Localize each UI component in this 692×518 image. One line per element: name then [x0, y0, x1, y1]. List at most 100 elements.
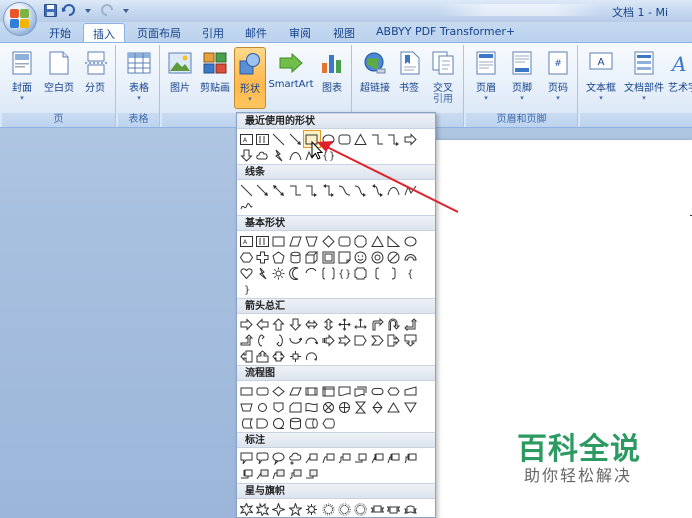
- border-callout-4-shape-icon[interactable]: [304, 466, 320, 482]
- curved-double-arrow-connector-shape-icon[interactable]: [369, 182, 385, 198]
- shapes-button[interactable]: 形状 ▾: [234, 47, 266, 109]
- rounded-rectangle-shape-icon[interactable]: [336, 131, 352, 147]
- undo-icon[interactable]: [61, 3, 77, 18]
- flowchart-internal-storage-shape-icon[interactable]: [320, 383, 336, 399]
- blank-page-button[interactable]: 空白页: [42, 49, 76, 94]
- quad-arrow-shape-icon[interactable]: [336, 316, 352, 332]
- freeform-shape-icon[interactable]: [402, 182, 418, 198]
- bookmark-button[interactable]: 书签: [396, 49, 422, 94]
- trapezoid-shape-icon[interactable]: [304, 233, 320, 249]
- double-bracket-shape-icon[interactable]: [320, 265, 336, 281]
- chart-button[interactable]: 图表: [318, 49, 346, 94]
- flowchart-multidocument-shape-icon[interactable]: [353, 383, 369, 399]
- brace-shape-icon[interactable]: {}: [320, 147, 336, 163]
- flowchart-delay-shape-icon[interactable]: [254, 415, 270, 431]
- right-bracket-shape-icon[interactable]: [386, 265, 402, 281]
- down-arrow-shape-icon[interactable]: [238, 147, 254, 163]
- border-callout-3-shape-icon[interactable]: [287, 466, 303, 482]
- flowchart-decision-shape-icon[interactable]: [271, 383, 287, 399]
- curved-right-arrow-shape-icon[interactable]: [254, 332, 270, 348]
- bevel-shape-icon[interactable]: [320, 249, 336, 265]
- left-right-up-arrow-shape-icon[interactable]: [353, 316, 369, 332]
- flowchart-collate-shape-icon[interactable]: [353, 399, 369, 415]
- sun-shape-icon[interactable]: [271, 265, 287, 281]
- accent-callout-2-shape-icon[interactable]: [386, 450, 402, 466]
- border-callout-2-shape-icon[interactable]: [271, 466, 287, 482]
- footer-button[interactable]: 页脚 ▾: [508, 49, 536, 102]
- plaque-shape-icon[interactable]: [353, 265, 369, 281]
- u-turn-arrow-shape-icon[interactable]: [386, 316, 402, 332]
- triangle-shape-icon[interactable]: [353, 131, 369, 147]
- cloud-callout-shape-icon[interactable]: [287, 450, 303, 466]
- scribble-shape-icon[interactable]: [238, 198, 254, 214]
- clipart-button[interactable]: 剪贴画: [198, 49, 232, 94]
- flowchart-summing-junction-shape-icon[interactable]: [320, 399, 336, 415]
- elbow-arrow-connector-shape-icon[interactable]: [386, 131, 402, 147]
- pentagon-shape-icon[interactable]: [271, 249, 287, 265]
- quick-parts-button[interactable]: 文档部件 ▾: [624, 49, 664, 102]
- triangle-shape-icon[interactable]: [369, 233, 385, 249]
- accent-callout-3-shape-icon[interactable]: [402, 450, 418, 466]
- down-ribbon-shape-icon[interactable]: [386, 501, 402, 517]
- octagon-shape-icon[interactable]: [353, 233, 369, 249]
- flowchart-stored-data-shape-icon[interactable]: [238, 415, 254, 431]
- arrow-line-shape-icon[interactable]: [287, 131, 303, 147]
- arrow-line-shape-icon[interactable]: [254, 182, 270, 198]
- bent-up-arrow-shape-icon[interactable]: [238, 332, 254, 348]
- double-brace-shape-icon[interactable]: {}: [336, 265, 352, 281]
- flowchart-data-shape-icon[interactable]: [287, 383, 303, 399]
- left-brace-shape-icon[interactable]: {: [402, 265, 418, 281]
- five-point-star-shape-icon[interactable]: [287, 501, 303, 517]
- twenty-four-point-star-shape-icon[interactable]: [336, 501, 352, 517]
- table-button[interactable]: 表格 ▾: [124, 49, 154, 102]
- eight-point-star-shape-icon[interactable]: [304, 501, 320, 517]
- curve-shape-icon[interactable]: [287, 147, 303, 163]
- right-brace-shape-icon[interactable]: }: [238, 281, 254, 297]
- wordart-button[interactable]: A 艺术字: [668, 49, 692, 94]
- rectangular-callout-shape-icon[interactable]: [238, 450, 254, 466]
- tab-review[interactable]: 审阅: [289, 25, 311, 41]
- vertical-textbox-shape-icon[interactable]: [254, 131, 270, 147]
- vertical-textbox-shape-icon[interactable]: [254, 233, 270, 249]
- left-bracket-shape-icon[interactable]: [369, 265, 385, 281]
- header-button[interactable]: 页眉 ▾: [472, 49, 500, 102]
- flowchart-direct-access-storage-shape-icon[interactable]: [304, 415, 320, 431]
- textbox-shape-icon[interactable]: A: [238, 233, 254, 249]
- up-arrow-shape-icon[interactable]: [271, 316, 287, 332]
- cube-shape-icon[interactable]: [304, 249, 320, 265]
- flowchart-offpage-connector-shape-icon[interactable]: [271, 399, 287, 415]
- flowchart-process-shape-icon[interactable]: [238, 383, 254, 399]
- textbox-shape-icon[interactable]: A: [238, 131, 254, 147]
- donut-shape-icon[interactable]: [369, 249, 385, 265]
- curved-down-arrow-shape-icon[interactable]: [304, 332, 320, 348]
- flowchart-merge-shape-icon[interactable]: [402, 399, 418, 415]
- plus-shape-icon[interactable]: [254, 249, 270, 265]
- smiley-shape-icon[interactable]: [353, 249, 369, 265]
- dropdown-small-icon[interactable]: [80, 3, 96, 18]
- border-callout-1-shape-icon[interactable]: [254, 466, 270, 482]
- picture-button[interactable]: 图片: [166, 49, 194, 94]
- right-triangle-shape-icon[interactable]: [386, 233, 402, 249]
- chevron-shape-icon[interactable]: [369, 332, 385, 348]
- elbow-connector-shape-icon[interactable]: [369, 131, 385, 147]
- arc-shape-icon[interactable]: [304, 265, 320, 281]
- pentagon-arrow-shape-icon[interactable]: [353, 332, 369, 348]
- rounded-rectangle-shape-icon[interactable]: [336, 233, 352, 249]
- flowchart-card-shape-icon[interactable]: [287, 399, 303, 415]
- flowchart-alternate-process-shape-icon[interactable]: [254, 383, 270, 399]
- page-break-button[interactable]: 分页: [82, 49, 108, 94]
- hexagon-shape-icon[interactable]: [238, 249, 254, 265]
- right-arrow-shape-icon[interactable]: [402, 131, 418, 147]
- flowchart-predefined-process-shape-icon[interactable]: [304, 383, 320, 399]
- tab-insert[interactable]: 插入: [83, 23, 125, 43]
- textbox-button[interactable]: A 文本框 ▾: [586, 49, 616, 102]
- thirty-two-point-star-shape-icon[interactable]: [353, 501, 369, 517]
- oval-callout-shape-icon[interactable]: [271, 450, 287, 466]
- can-shape-icon[interactable]: [287, 249, 303, 265]
- left-right-arrow-shape-icon[interactable]: [304, 316, 320, 332]
- curved-left-arrow-shape-icon[interactable]: [271, 332, 287, 348]
- hyperlink-button[interactable]: 超链接: [358, 49, 392, 94]
- curved-up-arrow-shape-icon[interactable]: [287, 332, 303, 348]
- elbow-double-arrow-connector-shape-icon[interactable]: [320, 182, 336, 198]
- four-point-star-shape-icon[interactable]: [271, 501, 287, 517]
